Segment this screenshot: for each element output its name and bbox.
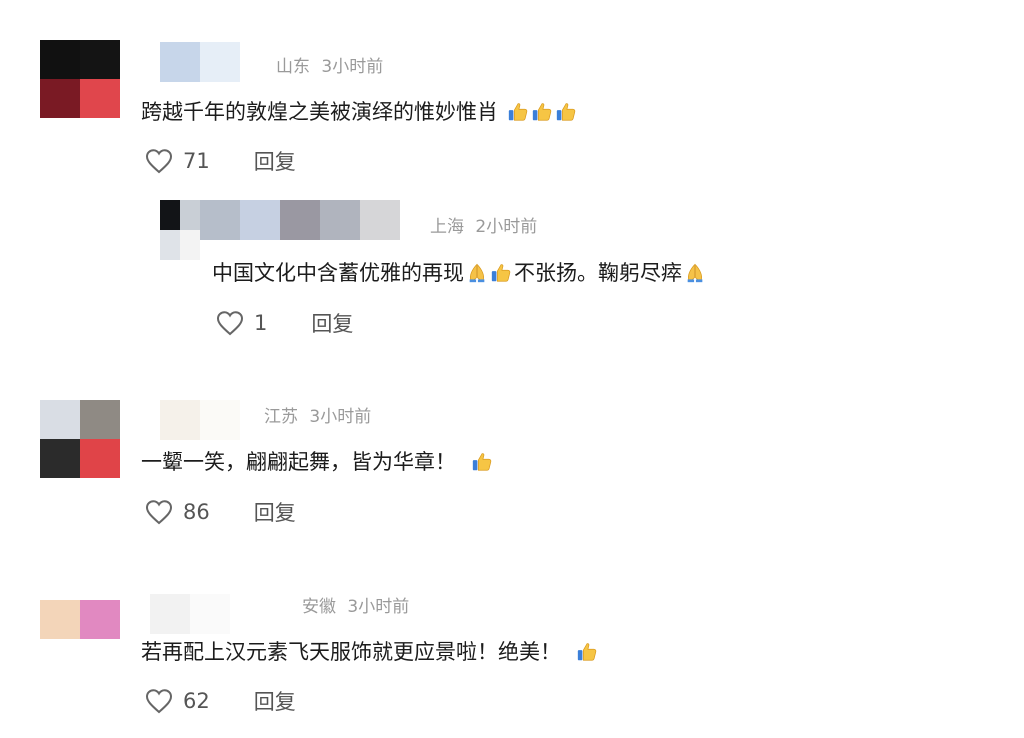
avatar-tile [40, 400, 80, 439]
mosaic-block [190, 594, 230, 634]
comment-body: 跨越千年的敦煌之美被演绎的惟妙惟肖 [141, 100, 498, 124]
thumbs-up-icon [508, 103, 527, 121]
thumbs-up-icon [532, 103, 551, 121]
mosaic-block [200, 200, 240, 240]
username-mosaic[interactable] [150, 594, 230, 634]
comment-text: 中国文化中含蓄优雅的再现 不张扬。鞠躬尽瘁 [212, 258, 708, 288]
avatar-tile [80, 439, 120, 478]
reply-button[interactable]: 回复 [254, 146, 296, 176]
avatar-tile [40, 639, 80, 678]
avatar-tile [80, 79, 120, 118]
emoji-group [466, 262, 514, 284]
comment-body: 若再配上汉元素飞天服饰就更应景啦！绝美！ [141, 640, 561, 664]
comment-body: 一颦一笑，翩翩起舞，皆为华章！ [141, 450, 456, 474]
avatar[interactable] [40, 400, 120, 478]
comment-text: 若再配上汉元素飞天服饰就更应景啦！绝美！ [141, 637, 600, 667]
thumbs-up-icon [472, 453, 491, 471]
avatar-tile [180, 200, 200, 230]
comment-meta: 江苏 3小时前 [264, 402, 371, 427]
avatar-tile [80, 600, 120, 639]
comment-meta: 山东 3小时前 [276, 52, 383, 77]
emoji-group [576, 641, 600, 663]
avatar-tile [80, 639, 120, 678]
heart-icon [216, 311, 244, 336]
avatar-tile [40, 40, 80, 79]
emoji-group [507, 101, 579, 123]
avatar[interactable] [40, 600, 120, 678]
emoji-group [471, 451, 495, 473]
time-text: 2小时前 [475, 217, 538, 237]
avatar[interactable] [40, 40, 120, 118]
heart-icon [145, 500, 173, 525]
reply-button[interactable]: 回复 [254, 497, 296, 527]
thumbs-up-icon [556, 103, 575, 121]
mosaic-block [360, 200, 400, 240]
comment-actions: 1 回复 [216, 308, 353, 338]
mosaic-block [320, 200, 360, 240]
avatar-tile [160, 230, 180, 260]
mosaic-block [280, 200, 320, 240]
avatar-tile [180, 230, 200, 260]
comment-meta: 上海 2小时前 [430, 212, 537, 237]
folded-hands-icon [687, 263, 703, 283]
like-count: 62 [183, 689, 210, 713]
comment-actions: 86 回复 [145, 497, 296, 527]
comment-meta: 安徽 3小时前 [302, 592, 409, 617]
folded-hands-icon [469, 263, 485, 283]
like-button[interactable]: 71 [145, 148, 210, 174]
mosaic-block [160, 400, 200, 440]
location-text: 山东 [276, 57, 310, 77]
mosaic-block [150, 594, 190, 634]
reply-button[interactable]: 回复 [254, 686, 296, 716]
emoji-group [684, 262, 708, 284]
mosaic-block [160, 42, 200, 82]
username-mosaic[interactable] [160, 400, 240, 440]
avatar-tile [40, 439, 80, 478]
avatar-tile [80, 400, 120, 439]
comment-text: 一颦一笑，翩翩起舞，皆为华章！ [141, 447, 495, 477]
heart-icon [145, 689, 173, 714]
comment-body-continued: 不张扬。鞠躬尽瘁 [514, 261, 682, 285]
reply-button[interactable]: 回复 [311, 308, 353, 338]
avatar-tile [80, 40, 120, 79]
username-mosaic[interactable] [200, 200, 400, 240]
like-count: 86 [183, 500, 210, 524]
like-count: 1 [254, 311, 268, 335]
thumbs-up-icon [491, 264, 511, 282]
avatar-tile [160, 200, 180, 230]
like-button[interactable]: 1 [216, 310, 267, 336]
like-button[interactable]: 62 [145, 688, 210, 714]
mosaic-block [240, 200, 280, 240]
thumbs-up-icon [577, 643, 596, 661]
avatar-tile [40, 79, 80, 118]
like-button[interactable]: 86 [145, 499, 210, 525]
time-text: 3小时前 [347, 597, 410, 617]
mosaic-block [200, 400, 240, 440]
location-text: 江苏 [264, 407, 298, 427]
comment-body: 中国文化中含蓄优雅的再现 [212, 261, 464, 285]
mosaic-block [200, 42, 240, 82]
like-count: 71 [183, 149, 210, 173]
time-text: 3小时前 [309, 407, 372, 427]
avatar-tile [40, 600, 80, 639]
comment-text: 跨越千年的敦煌之美被演绎的惟妙惟肖 [141, 97, 579, 127]
time-text: 3小时前 [321, 57, 384, 77]
comment-actions: 71 回复 [145, 146, 296, 176]
heart-icon [145, 149, 173, 174]
location-text: 上海 [430, 217, 464, 237]
comment-actions: 62 回复 [145, 686, 296, 716]
username-mosaic[interactable] [160, 42, 240, 82]
avatar[interactable] [160, 200, 200, 260]
location-text: 安徽 [302, 597, 336, 617]
